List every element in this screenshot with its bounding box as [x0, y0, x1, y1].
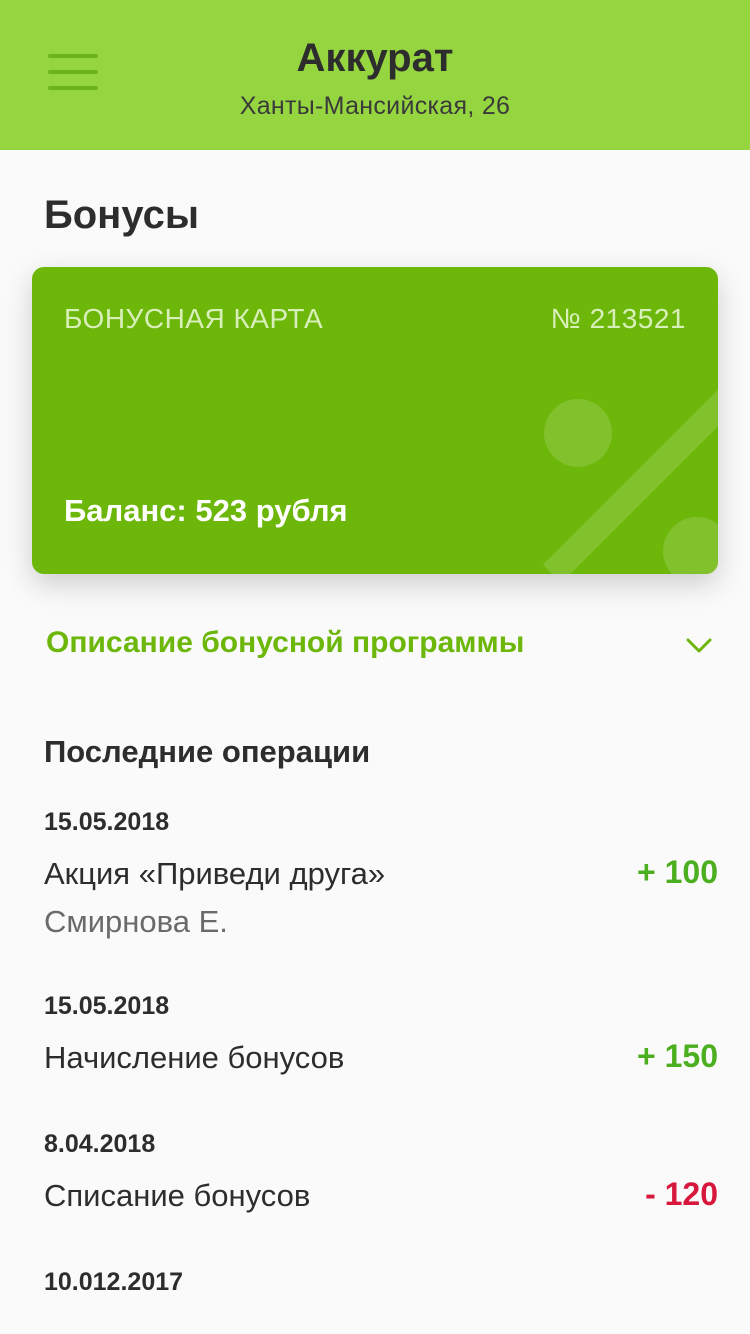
app-header: Аккурат Ханты-Мансийская, 26 — [0, 0, 750, 150]
chevron-down-icon — [686, 638, 712, 653]
page-title: Бонусы — [44, 193, 199, 237]
bonus-program-accordion[interactable]: Описание бонусной программы — [0, 610, 750, 680]
bonus-program-label: Описание бонусной программы — [46, 626, 525, 659]
operation-amount: + 150 — [637, 1038, 718, 1074]
operation-date: 15.05.2018 — [44, 808, 170, 836]
card-type-label: БОНУСНАЯ КАРТА — [64, 303, 324, 334]
store-title: Аккурат — [296, 36, 454, 80]
operation-name: Списание бонусов — [44, 1178, 311, 1213]
bonus-card[interactable]: БОНУСНАЯ КАРТА № 213521 Баланс: 523 рубл… — [32, 267, 718, 574]
operations-title: Последние операции — [44, 734, 371, 769]
operation-amount: - 120 — [645, 1176, 718, 1212]
store-address: Ханты-Мансийская, 26 — [239, 92, 511, 120]
operation-date: 10.012.2017 — [44, 1268, 184, 1296]
operation-name: Начисление бонусов — [44, 1040, 345, 1075]
menu-line — [48, 86, 98, 90]
operation-date: 8.04.2018 — [44, 1130, 156, 1158]
operation-name: Акция «Приведи друга» — [44, 856, 386, 891]
operation-date: 15.05.2018 — [44, 992, 170, 1020]
card-number: № 213521 — [550, 303, 686, 334]
operation-amount: + 100 — [637, 854, 718, 890]
card-balance: Баланс: 523 рубля — [64, 493, 348, 528]
operation-subtitle: Смирнова Е. — [44, 904, 228, 939]
